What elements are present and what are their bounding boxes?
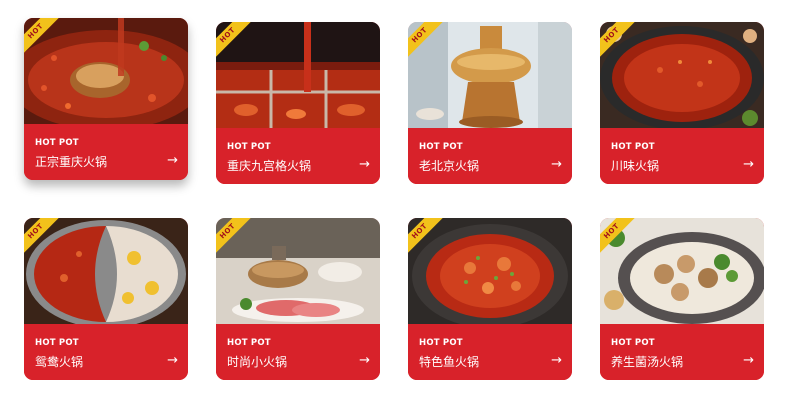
card-tag: HOT POT <box>419 142 463 152</box>
arrow-right-icon[interactable]: → <box>167 153 178 168</box>
card-mushroom-soup-hotpot[interactable]: HOT HOT POT 养生菌汤火锅 → <box>600 218 764 380</box>
card-old-beijing-hotpot[interactable]: HOT HOT POT 老北京火锅 → <box>408 22 572 184</box>
card-fashion-mini-hotpot[interactable]: HOT HOT POT 时尚小火锅 → <box>216 218 380 380</box>
card-caption: HOT POT 重庆九宫格火锅 → <box>216 128 380 184</box>
card-tag: HOT POT <box>611 142 655 152</box>
card-tag: HOT POT <box>227 142 271 152</box>
card-title: 老北京火锅 <box>419 159 480 173</box>
hot-ribbon-label: HOT <box>216 22 254 62</box>
hot-ribbon-label: HOT <box>24 18 62 58</box>
arrow-right-icon[interactable]: → <box>359 157 370 172</box>
card-title: 鸳鸯火锅 <box>35 355 84 369</box>
card-tag: HOT POT <box>419 338 463 348</box>
card-caption: HOT POT 老北京火锅 → <box>408 128 572 184</box>
card-title: 特色鱼火锅 <box>419 355 480 369</box>
card-caption: HOT POT 特色鱼火锅 → <box>408 324 572 380</box>
hot-ribbon: HOT <box>408 218 448 258</box>
hot-ribbon: HOT <box>600 22 640 62</box>
arrow-right-icon[interactable]: → <box>551 157 562 172</box>
arrow-right-icon[interactable]: → <box>743 157 754 172</box>
card-jiugongge-hotpot[interactable]: HOT HOT POT 重庆九宫格火锅 → <box>216 22 380 184</box>
card-caption: HOT POT 养生菌汤火锅 → <box>600 324 764 380</box>
card-caption: HOT POT 川味火锅 → <box>600 128 764 184</box>
hot-ribbon: HOT <box>24 218 64 258</box>
card-yuanyang-hotpot[interactable]: HOT HOT POT 鸳鸯火锅 → <box>24 218 188 380</box>
card-tag: HOT POT <box>611 338 655 348</box>
card-caption: HOT POT 鸳鸯火锅 → <box>24 324 188 380</box>
card-title: 时尚小火锅 <box>227 355 288 369</box>
card-title: 养生菌汤火锅 <box>611 355 684 369</box>
hotpot-grid: HOT HOT POT 正宗重庆火锅 → HOT HOT POT 重庆九宫格火锅… <box>0 0 790 400</box>
arrow-right-icon[interactable]: → <box>359 353 370 368</box>
hot-ribbon-label: HOT <box>600 218 638 258</box>
card-chongqing-hotpot[interactable]: HOT HOT POT 正宗重庆火锅 → <box>24 18 188 180</box>
card-title: 正宗重庆火锅 <box>35 155 108 169</box>
card-tag: HOT POT <box>35 338 79 348</box>
card-tag: HOT POT <box>35 138 79 148</box>
arrow-right-icon[interactable]: → <box>743 353 754 368</box>
card-special-fish-hotpot[interactable]: HOT HOT POT 特色鱼火锅 → <box>408 218 572 380</box>
card-caption: HOT POT 时尚小火锅 → <box>216 324 380 380</box>
hot-ribbon: HOT <box>216 22 256 62</box>
card-caption: HOT POT 正宗重庆火锅 → <box>24 124 188 180</box>
hot-ribbon: HOT <box>600 218 640 258</box>
card-sichuan-hotpot[interactable]: HOT HOT POT 川味火锅 → <box>600 22 764 184</box>
arrow-right-icon[interactable]: → <box>551 353 562 368</box>
hot-ribbon-label: HOT <box>216 218 254 258</box>
hot-ribbon: HOT <box>24 18 64 58</box>
hot-ribbon: HOT <box>216 218 256 258</box>
card-title: 重庆九宫格火锅 <box>227 159 312 173</box>
hot-ribbon-label: HOT <box>24 218 62 258</box>
card-tag: HOT POT <box>227 338 271 348</box>
card-title: 川味火锅 <box>611 159 660 173</box>
hot-ribbon-label: HOT <box>408 218 446 258</box>
arrow-right-icon[interactable]: → <box>167 353 178 368</box>
hot-ribbon: HOT <box>408 22 448 62</box>
hot-ribbon-label: HOT <box>408 22 446 62</box>
hot-ribbon-label: HOT <box>600 22 638 62</box>
